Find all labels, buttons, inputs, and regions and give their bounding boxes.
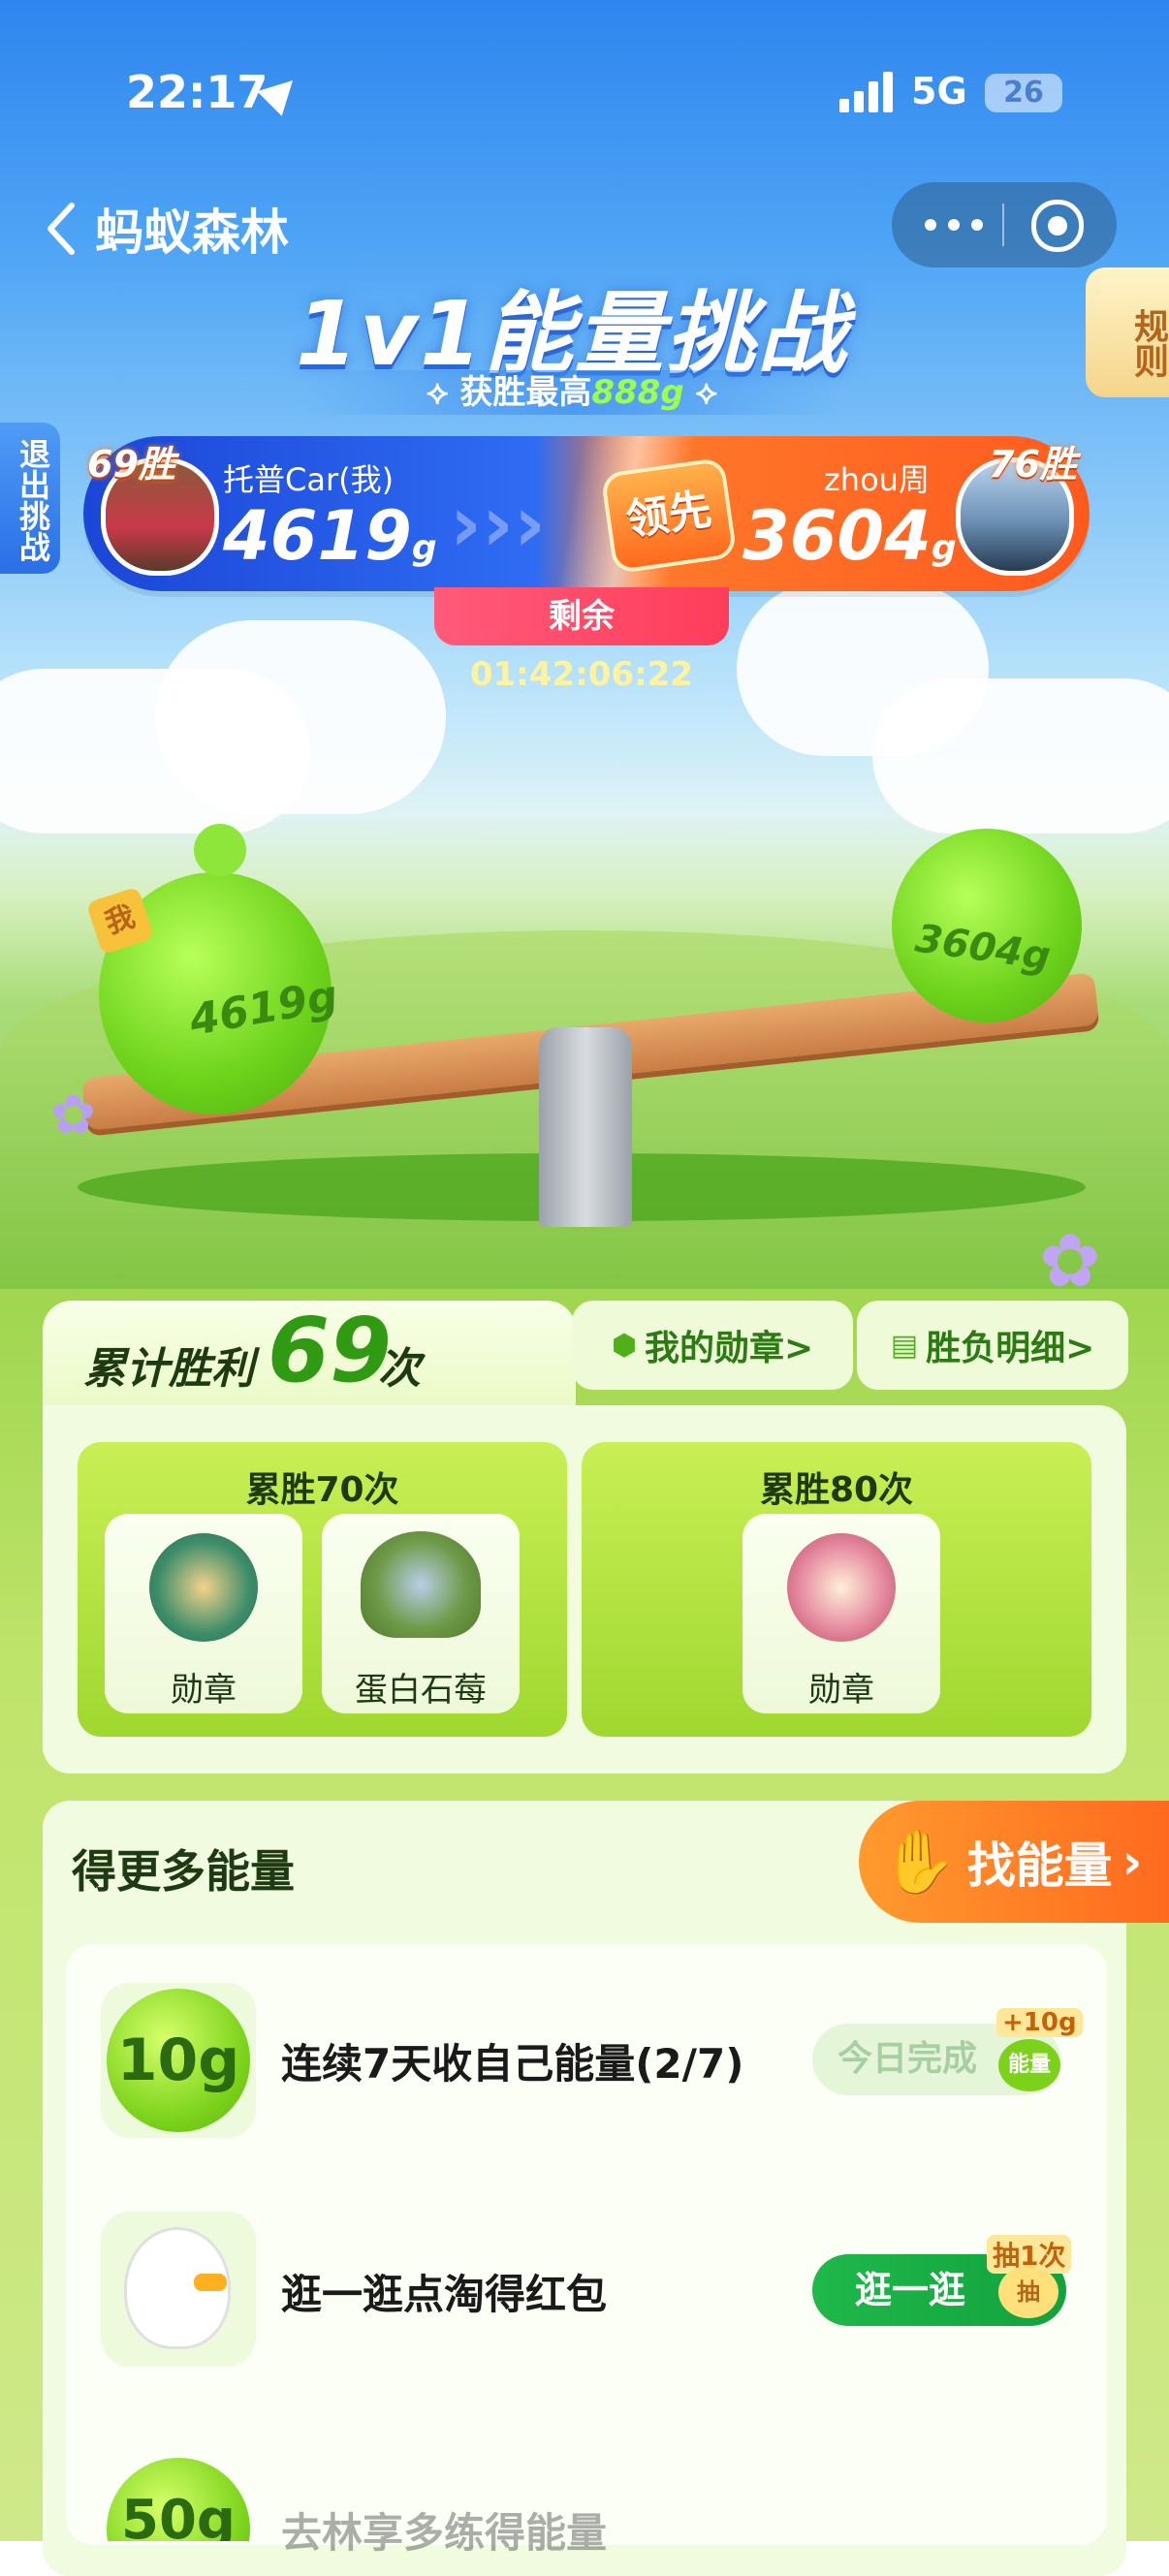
battery-level: 26 [1003,76,1044,110]
task-label: 逛一逛点淘得红包 [281,2271,608,2318]
tree-icon [361,1531,481,1638]
back-button[interactable]: 蚂蚁森林 [43,194,289,264]
battery-icon: 26 [985,74,1062,112]
status-time: 22:17 [126,66,269,118]
signal-icon [839,70,894,112]
wins-prefix: 累计胜利 [83,1344,254,1394]
chevron-right-icon: › [1122,1834,1143,1890]
reward-item[interactable]: 勋章 [742,1514,940,1713]
remaining-timer: 剩余 01:42:06:22 [434,587,729,694]
tier-70: 累胜70次 勋章 蛋白石莓 [78,1442,567,1737]
network-label: 5G [911,70,967,112]
draw-chip-icon: 抽 [998,2266,1058,2318]
my-score: 4619g [223,496,437,576]
energy-10g-icon: 10g [107,1989,250,2132]
chevron-left-icon [47,203,75,255]
tier-title: 累胜80次 [759,1470,914,1510]
energy-50g-icon: 50g [107,2458,250,2541]
task-icon-box: 50g [101,2452,256,2541]
energy-chip-icon: 能量 [998,2039,1060,2091]
find-energy-button[interactable]: ✋ 找能量 › [859,1801,1169,1923]
hand-icon: ✋ [880,1826,958,1899]
wins-tab: 累计胜利 69 次 [43,1299,576,1407]
task-reward: +10g [996,2008,1083,2037]
task-label: 去林享多练得能量 [281,2509,608,2557]
reward-label: 蛋白石莓 [355,1671,487,1710]
tier-title: 累胜70次 [245,1470,399,1510]
rules-tab[interactable]: 规则 [1086,267,1169,397]
more-icon[interactable] [925,211,983,238]
wins-suffix: 次 [378,1344,421,1394]
reward-label: 勋章 [171,1671,237,1710]
seesaw-pivot [539,1027,632,1227]
exit-challenge-tab[interactable]: 退出挑战 [0,423,60,574]
my-ball-sprout [194,824,246,876]
record-button[interactable]: ▤ 胜负明细> [857,1301,1128,1390]
reward-label: 勋章 [808,1671,874,1710]
cloud [155,620,446,814]
reward-item[interactable]: 蛋白石莓 [322,1514,520,1713]
task-icon-box: 10g [101,1983,256,2138]
record-label: 胜负明细> [926,1329,1095,1368]
tier-80: 累胜80次 勋章 [582,1442,1091,1737]
task-label: 连续7天收自己能量(2/7) [281,2040,744,2088]
medal-80-icon [787,1533,896,1642]
energy-title: 得更多能量 [72,1845,295,1898]
banner-subtitle-prefix: 获胜最高 [459,373,592,412]
lead-badge: 领先 [600,456,738,575]
opponent-name: zhou周 [824,461,930,498]
my-medals-button[interactable]: ⬢ 我的勋章> [572,1301,853,1390]
mini-program-capsule [892,182,1117,267]
medal-70-icon [149,1533,258,1642]
medal-icon: ⬢ [611,1328,638,1363]
banner-subtitle: ⟡ 获胜最高888g ⟡ [300,370,843,415]
flower-icon: ✿ [1039,1217,1101,1304]
chevrons-icon: ››› [450,479,546,569]
cloud [872,678,1169,833]
reward-item[interactable]: 勋章 [105,1514,302,1713]
wins-count: 69 [268,1299,393,1402]
flower-icon: ✿ [50,1084,96,1147]
find-energy-label: 找能量 [966,1838,1113,1894]
my-medals-label: 我的勋章> [645,1329,814,1368]
close-target-icon[interactable] [1031,200,1084,252]
my-wins: 69胜 [87,443,175,486]
task-icon-box [101,2212,256,2367]
my-name: 托普Car(我) [223,461,395,498]
banner-subtitle-highlight: 888g [591,373,684,412]
opponent-score: 3604g [742,496,957,576]
opponent-wins: 76胜 [989,443,1077,486]
calendar-icon: ▤ [890,1328,919,1363]
page-title: 蚂蚁森林 [95,204,289,261]
